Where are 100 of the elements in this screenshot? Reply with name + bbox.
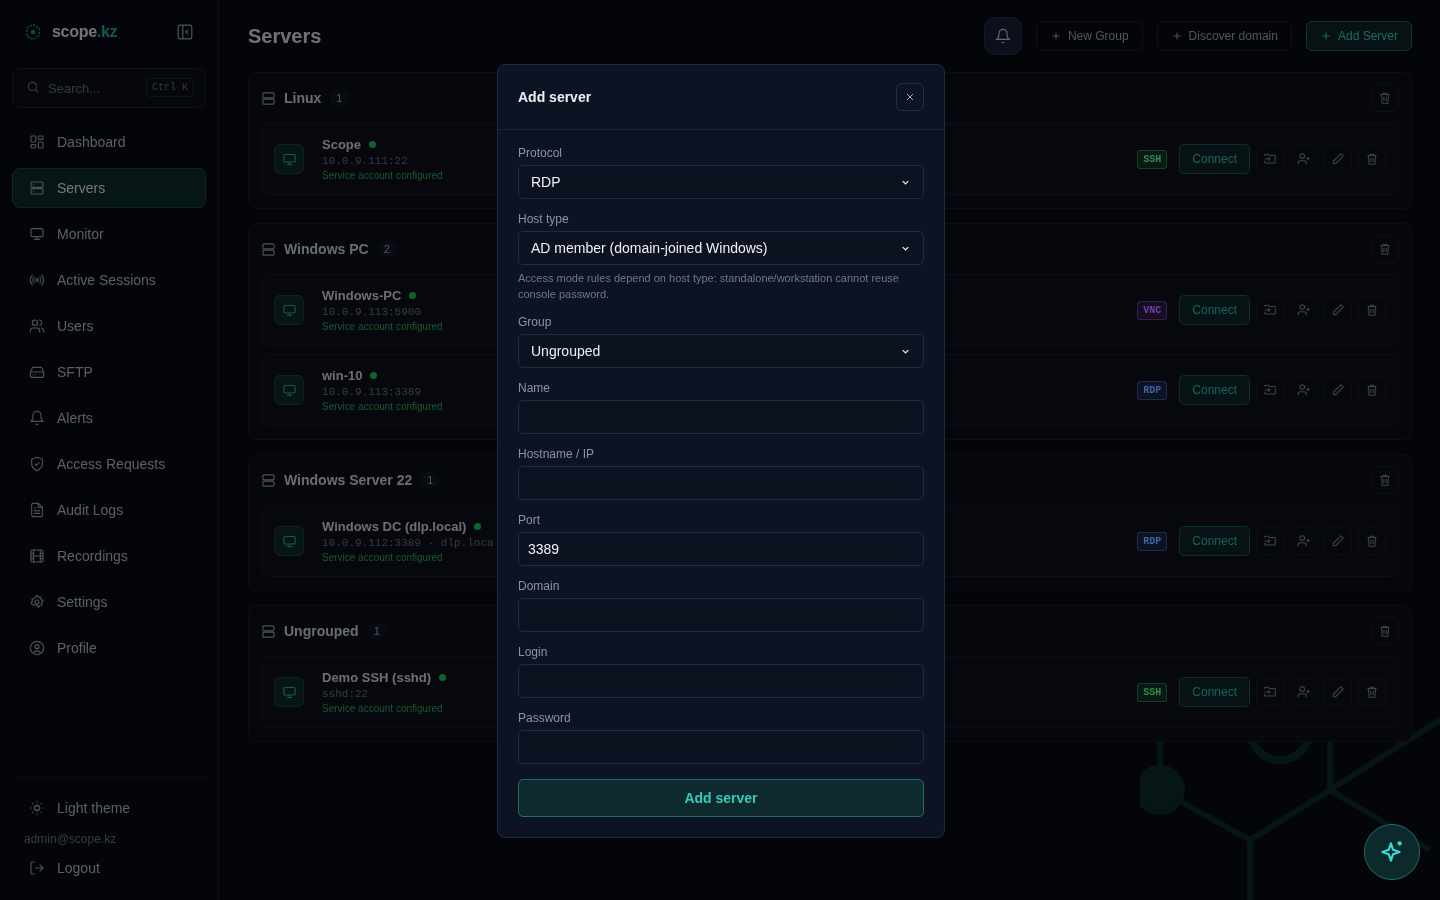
delete-group-button[interactable] <box>1371 617 1399 645</box>
trash-icon <box>1365 383 1379 397</box>
nav-item[interactable]: Settings <box>12 582 206 622</box>
server-name: Demo SSH (sshd) <box>322 670 432 685</box>
trash-icon <box>1365 685 1379 699</box>
nav-item[interactable]: Recordings <box>12 536 206 576</box>
theme-toggle[interactable]: Light theme <box>12 788 206 828</box>
grant-access-button[interactable] <box>1290 376 1318 404</box>
connect-button[interactable]: Connect <box>1179 295 1250 325</box>
nav-item[interactable]: Servers <box>12 168 206 208</box>
field-label: Domain <box>518 579 561 593</box>
field-label: Port <box>518 513 541 527</box>
select-field[interactable]: Ungrouped <box>518 334 924 368</box>
submit-button[interactable]: Add server <box>518 779 924 817</box>
delete-button[interactable] <box>1358 376 1386 404</box>
sftp-button[interactable] <box>1256 678 1284 706</box>
delete-button[interactable] <box>1358 296 1386 324</box>
edit-button[interactable] <box>1324 527 1352 555</box>
nav-item[interactable]: Alerts <box>12 398 206 438</box>
server-name: Windows-PC <box>322 288 402 303</box>
assistant-button[interactable] <box>1364 824 1420 880</box>
input-field[interactable] <box>518 400 924 434</box>
group-name: Windows Server 22 <box>284 472 413 488</box>
nav-item[interactable]: SFTP <box>12 352 206 392</box>
sun-icon <box>29 800 45 816</box>
delete-group-button[interactable] <box>1371 235 1399 263</box>
field-label: Password <box>518 711 572 725</box>
monitor-icon <box>281 302 297 318</box>
input-field[interactable] <box>518 730 924 764</box>
sftp-button[interactable] <box>1256 376 1284 404</box>
grant-access-button[interactable] <box>1290 145 1318 173</box>
delete-button[interactable] <box>1358 145 1386 173</box>
settings-icon <box>29 594 45 610</box>
trash-icon <box>1378 242 1392 256</box>
notifications-button[interactable] <box>983 17 1022 55</box>
user-plus-icon <box>1297 534 1311 548</box>
nav-item[interactable]: Dashboard <box>12 122 206 162</box>
sftp-button[interactable] <box>1256 145 1284 173</box>
collapse-sidebar-icon[interactable] <box>176 23 194 41</box>
service-account-status: Service account configured <box>322 170 443 181</box>
logout-button[interactable]: Logout <box>12 848 206 888</box>
select-field[interactable]: AD member (domain-joined Windows) <box>518 231 924 265</box>
input-field[interactable] <box>518 466 924 500</box>
delete-group-button[interactable] <box>1371 84 1399 112</box>
trash-icon <box>1378 473 1392 487</box>
server-icon <box>29 180 45 196</box>
sparkle-icon <box>1379 839 1405 865</box>
input-field[interactable] <box>518 664 924 698</box>
delete-group-button[interactable] <box>1371 466 1399 494</box>
edit-button[interactable] <box>1324 296 1352 324</box>
group-name: Ungrouped <box>284 623 359 639</box>
trash-icon <box>1378 624 1392 638</box>
folder-icon <box>1263 534 1277 548</box>
server-icon <box>261 90 276 106</box>
close-button[interactable] <box>896 83 924 111</box>
connect-button[interactable]: Connect <box>1179 144 1250 174</box>
server-icon <box>261 241 276 257</box>
service-account-status: Service account configured <box>322 552 444 563</box>
film-icon <box>29 548 45 564</box>
server-name: Scope <box>322 137 361 152</box>
delete-button[interactable] <box>1358 678 1386 706</box>
connect-button[interactable]: Connect <box>1179 375 1250 405</box>
toolbar-button[interactable]: Add Server <box>1305 21 1412 51</box>
grant-access-button[interactable] <box>1290 678 1318 706</box>
nav-item[interactable]: Audit Logs <box>12 490 206 530</box>
nav-item[interactable]: Users <box>12 306 206 346</box>
nav-item[interactable]: Profile <box>12 628 206 668</box>
field-label: Login <box>518 645 549 659</box>
connect-button[interactable]: Connect <box>1179 526 1250 556</box>
select-field[interactable]: RDP <box>518 165 924 199</box>
service-account-status: Service account configured <box>322 703 444 714</box>
input-field[interactable] <box>518 598 924 632</box>
pencil-icon <box>1331 152 1345 166</box>
grant-access-button[interactable] <box>1290 527 1318 555</box>
sftp-button[interactable] <box>1256 296 1284 324</box>
service-account-status: Service account configured <box>322 401 443 412</box>
monitor-icon <box>281 684 297 700</box>
toolbar-button[interactable]: Discover domain <box>1156 21 1292 51</box>
sftp-button[interactable] <box>1256 527 1284 555</box>
group-count: 1 <box>420 472 441 488</box>
user-email: admin@scope.kz <box>23 831 118 848</box>
delete-button[interactable] <box>1358 527 1386 555</box>
server-name: Windows DC (dlp.local) <box>322 519 467 534</box>
pencil-icon <box>1331 303 1345 317</box>
users-icon <box>29 318 45 334</box>
input-field[interactable]: 3389 <box>518 532 924 566</box>
service-account-status: Service account configured <box>322 321 443 332</box>
nav-item[interactable]: Monitor <box>12 214 206 254</box>
edit-button[interactable] <box>1324 376 1352 404</box>
grant-access-button[interactable] <box>1290 296 1318 324</box>
nav-item[interactable]: Active Sessions <box>12 260 206 300</box>
edit-button[interactable] <box>1324 145 1352 173</box>
edit-button[interactable] <box>1324 678 1352 706</box>
server-icon <box>261 623 276 639</box>
server-name: win-10 <box>322 368 363 383</box>
brand-name[interactable]: scope.kz <box>52 23 166 41</box>
connect-button[interactable]: Connect <box>1179 677 1250 707</box>
toolbar-button[interactable]: New Group <box>1035 21 1143 51</box>
nav-item[interactable]: Access Requests <box>12 444 206 484</box>
protocol-tag: VNC <box>1137 300 1168 320</box>
